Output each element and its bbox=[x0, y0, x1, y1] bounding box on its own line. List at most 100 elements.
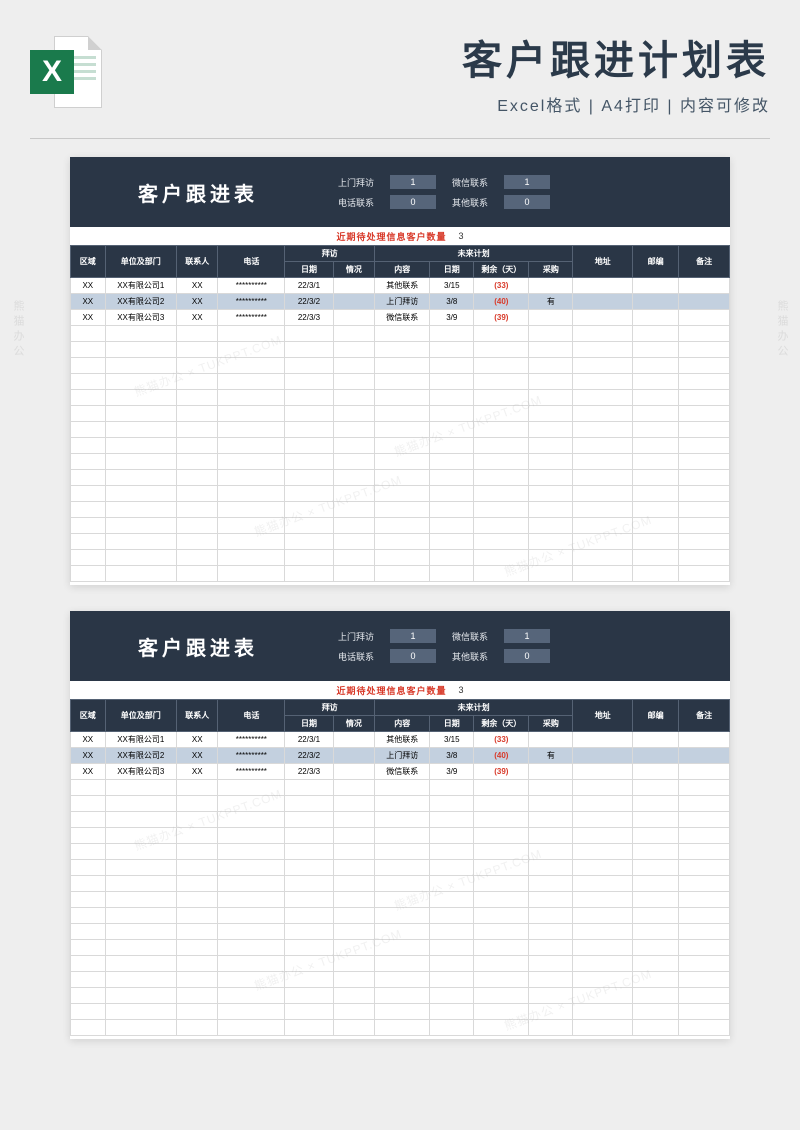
cell-empty bbox=[430, 908, 474, 924]
cell-empty bbox=[333, 828, 374, 844]
cell-empty bbox=[285, 924, 333, 940]
cell-empty bbox=[529, 892, 573, 908]
cell-empty bbox=[176, 972, 217, 988]
cell-empty bbox=[375, 326, 430, 342]
cell-empty bbox=[176, 956, 217, 972]
cell-empty bbox=[679, 796, 730, 812]
cell: XX有限公司2 bbox=[105, 748, 176, 764]
cell-empty bbox=[285, 534, 333, 550]
th-note: 备注 bbox=[679, 246, 730, 278]
cell-empty bbox=[474, 422, 529, 438]
table-row-empty bbox=[71, 1020, 730, 1036]
cell-empty bbox=[474, 550, 529, 566]
cell-empty bbox=[430, 1004, 474, 1020]
cell: ********** bbox=[218, 310, 285, 326]
cell: XX bbox=[176, 732, 217, 748]
cell-empty bbox=[679, 844, 730, 860]
cell: XX有限公司1 bbox=[105, 732, 176, 748]
cell: 有 bbox=[529, 748, 573, 764]
cell: 其他联系 bbox=[375, 278, 430, 294]
pending-row: 近期待处理信息客户数量 3 bbox=[70, 681, 730, 699]
cell-empty bbox=[573, 550, 633, 566]
cell-empty bbox=[430, 780, 474, 796]
cell: 3/9 bbox=[430, 310, 474, 326]
cell-empty bbox=[573, 502, 633, 518]
cell: XX有限公司1 bbox=[105, 278, 176, 294]
cell-empty bbox=[679, 422, 730, 438]
cell-empty bbox=[529, 374, 573, 390]
cell-empty bbox=[573, 438, 633, 454]
cell-empty bbox=[430, 956, 474, 972]
cell-empty bbox=[71, 956, 106, 972]
cell-empty bbox=[105, 534, 176, 550]
cell bbox=[529, 278, 573, 294]
cell-empty bbox=[71, 924, 106, 940]
cell-empty bbox=[529, 518, 573, 534]
cell-empty bbox=[333, 502, 374, 518]
cell-empty bbox=[285, 796, 333, 812]
cell-empty bbox=[430, 438, 474, 454]
cell-empty bbox=[105, 924, 176, 940]
cell-empty bbox=[105, 812, 176, 828]
cell: 微信联系 bbox=[375, 310, 430, 326]
cell-empty bbox=[529, 534, 573, 550]
pending-count: 3 bbox=[459, 231, 464, 241]
cell-empty bbox=[375, 454, 430, 470]
excel-x-letter: X bbox=[30, 50, 74, 94]
cell-empty bbox=[474, 844, 529, 860]
cell-empty bbox=[71, 988, 106, 1004]
cell-empty bbox=[285, 470, 333, 486]
cell-empty bbox=[529, 876, 573, 892]
cell: XX bbox=[71, 732, 106, 748]
cell-empty bbox=[105, 892, 176, 908]
cell-empty bbox=[679, 470, 730, 486]
cell-empty bbox=[430, 812, 474, 828]
cell bbox=[333, 764, 374, 780]
th-note: 备注 bbox=[679, 700, 730, 732]
cell-empty bbox=[679, 454, 730, 470]
cell: 3/15 bbox=[430, 278, 474, 294]
cell-empty bbox=[573, 860, 633, 876]
cell-empty bbox=[176, 1020, 217, 1036]
cell-empty bbox=[333, 406, 374, 422]
cell-empty bbox=[679, 438, 730, 454]
cell-empty bbox=[218, 780, 285, 796]
th-unit: 单位及部门 bbox=[105, 700, 176, 732]
table-row-empty bbox=[71, 454, 730, 470]
cell-empty bbox=[176, 390, 217, 406]
cell-empty bbox=[218, 988, 285, 1004]
cell bbox=[573, 310, 633, 326]
cell-empty bbox=[71, 358, 106, 374]
cell-empty bbox=[633, 860, 679, 876]
cell-empty bbox=[430, 892, 474, 908]
cell-empty bbox=[375, 780, 430, 796]
cell-empty bbox=[679, 988, 730, 1004]
cell-empty bbox=[633, 406, 679, 422]
cell-empty bbox=[218, 812, 285, 828]
th-plan-buy: 采购 bbox=[529, 262, 573, 278]
cell-empty bbox=[285, 342, 333, 358]
cell-empty bbox=[573, 796, 633, 812]
cell-empty bbox=[333, 342, 374, 358]
cell: ********** bbox=[218, 764, 285, 780]
cell-empty bbox=[218, 940, 285, 956]
cell-empty bbox=[176, 844, 217, 860]
table-row: XXXX有限公司2XX**********22/3/2上门拜访3/8(40)有 bbox=[71, 748, 730, 764]
th-contact: 联系人 bbox=[176, 700, 217, 732]
cell-empty bbox=[105, 972, 176, 988]
cell-empty bbox=[285, 860, 333, 876]
table-row-empty bbox=[71, 422, 730, 438]
cell-empty bbox=[375, 550, 430, 566]
cell bbox=[333, 278, 374, 294]
cell-empty bbox=[105, 876, 176, 892]
cell bbox=[679, 294, 730, 310]
cell-empty bbox=[176, 908, 217, 924]
table-row: XXXX有限公司3XX**********22/3/3微信联系3/9(39) bbox=[71, 764, 730, 780]
cell-empty bbox=[285, 876, 333, 892]
cell-empty bbox=[633, 1004, 679, 1020]
table-row-empty bbox=[71, 844, 730, 860]
cell-empty bbox=[333, 988, 374, 1004]
cell-empty bbox=[679, 860, 730, 876]
stat-phone-label: 电话联系 bbox=[338, 650, 374, 663]
cell: XX bbox=[176, 278, 217, 294]
